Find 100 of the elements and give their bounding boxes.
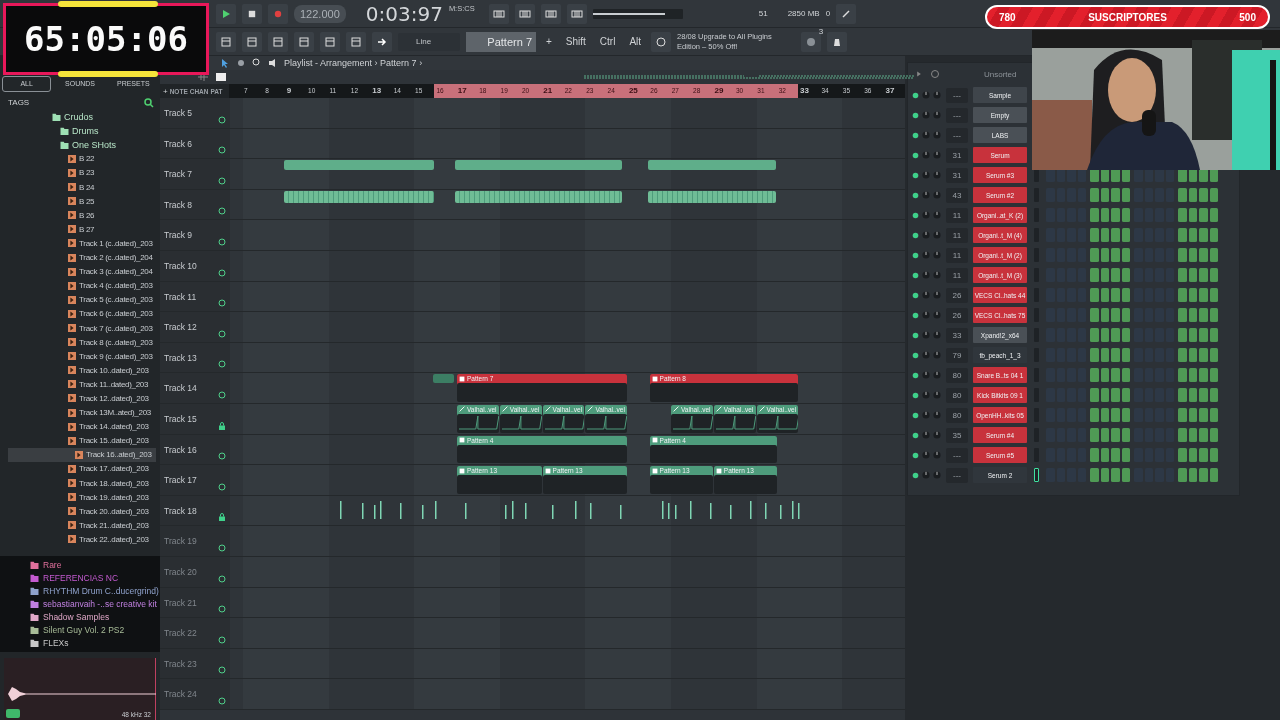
file-item[interactable]: Track 15..dated)_203 <box>68 433 156 448</box>
file-item[interactable]: Track 16..ated)_203 <box>8 447 156 462</box>
toolbar-button[interactable] <box>268 31 288 52</box>
file-item[interactable]: B 25 <box>68 194 156 209</box>
step-button[interactable] <box>1188 248 1197 262</box>
track-header[interactable]: Track 10 <box>160 250 230 282</box>
step-button[interactable] <box>1209 308 1218 322</box>
step-button[interactable] <box>1100 448 1109 462</box>
mixer-track-number[interactable]: 11 <box>946 207 968 223</box>
folder-item[interactable]: One SHots <box>60 137 156 152</box>
track-toggle-icon[interactable] <box>218 360 226 369</box>
track-toggle-icon[interactable] <box>218 543 226 552</box>
add-track-button[interactable]: + <box>163 86 168 96</box>
folder-item[interactable]: Rare <box>30 558 160 572</box>
file-item[interactable]: Track 6 (c..dated)_203 <box>68 306 156 321</box>
metronome-button[interactable] <box>827 31 848 52</box>
step-button[interactable] <box>1121 248 1130 262</box>
step-button[interactable] <box>1188 368 1197 382</box>
mixer-track-number[interactable]: 80 <box>946 367 968 383</box>
pattern-select[interactable]: Pattern 7 <box>466 31 536 52</box>
step-button[interactable] <box>1121 388 1130 402</box>
mixer-track-number[interactable]: 11 <box>946 267 968 283</box>
track-header[interactable]: Track 6 <box>160 128 230 160</box>
mixer-track-number[interactable]: 43 <box>946 187 968 203</box>
track-header[interactable]: Track 11 <box>160 281 230 313</box>
folder-item[interactable]: Crudos <box>52 109 156 124</box>
track-header[interactable]: Track 20 <box>160 556 230 588</box>
record-button[interactable] <box>268 3 288 24</box>
step-button[interactable] <box>1188 268 1197 282</box>
toolbar-button[interactable] <box>540 3 561 24</box>
mixer-track-number[interactable]: 33 <box>946 327 968 343</box>
step-button[interactable] <box>1188 408 1197 422</box>
file-item[interactable]: B 24 <box>68 180 156 195</box>
plugin-button[interactable] <box>836 3 857 24</box>
step-button[interactable] <box>1121 188 1130 202</box>
file-item[interactable]: B 23 <box>68 165 156 180</box>
step-button[interactable] <box>1209 248 1218 262</box>
step-button[interactable] <box>1121 428 1130 442</box>
step-button[interactable] <box>1121 308 1130 322</box>
step-button[interactable] <box>1121 328 1130 342</box>
track-header[interactable]: Track 21 <box>160 587 230 619</box>
pattern-clip[interactable] <box>283 160 434 171</box>
step-button[interactable] <box>1209 448 1218 462</box>
step-button[interactable] <box>1121 348 1130 362</box>
file-item[interactable]: B 22 <box>68 151 156 166</box>
track-toggle-icon[interactable] <box>218 666 226 675</box>
track-header[interactable]: Track 13 <box>160 342 230 374</box>
step-button[interactable] <box>1209 268 1218 282</box>
pattern-clip[interactable] <box>455 190 622 203</box>
step-button[interactable] <box>1100 468 1109 482</box>
step-button[interactable] <box>1100 208 1109 222</box>
mixer-track-number[interactable]: --- <box>946 447 968 463</box>
mixer-track-number[interactable]: --- <box>946 107 968 123</box>
file-item[interactable]: Track 3 (c..dated)_204 <box>68 264 156 279</box>
step-button[interactable] <box>1188 388 1197 402</box>
channel-group-label[interactable]: Unsorted <box>984 69 1017 79</box>
step-button[interactable] <box>1209 328 1218 342</box>
mixer-track-number[interactable]: --- <box>946 467 968 483</box>
step-button[interactable] <box>1100 228 1109 242</box>
track-header[interactable]: Track 7 <box>160 159 230 190</box>
step-button[interactable] <box>1188 448 1197 462</box>
track-toggle-icon[interactable] <box>218 115 226 124</box>
file-item[interactable]: Track 21..dated)_203 <box>68 518 156 533</box>
track-toggle-icon[interactable] <box>218 696 226 705</box>
mixer-track-number[interactable]: 31 <box>946 147 968 163</box>
track-header[interactable]: Track 17 <box>160 465 230 496</box>
file-item[interactable]: Track 7 (c..dated)_203 <box>68 320 156 336</box>
toolbar-button[interactable] <box>242 31 262 52</box>
pattern-clip[interactable] <box>455 160 622 171</box>
folder-item[interactable]: sebastianvaih -..se creative kit <box>30 597 160 611</box>
file-item[interactable]: Track 17..dated)_203 <box>68 461 156 476</box>
folder-item[interactable]: REFERENCIAS NC <box>30 571 160 585</box>
step-button[interactable] <box>1209 348 1218 362</box>
pattern-clip[interactable] <box>432 374 454 384</box>
track-header[interactable]: Track 19 <box>160 526 230 557</box>
step-button[interactable] <box>1209 188 1218 202</box>
folder-item[interactable]: RHYTHM Drum C..ducergrind) <box>30 584 160 598</box>
file-item[interactable]: Track 22..dated)_203 <box>68 532 156 547</box>
mixer-track-number[interactable]: 26 <box>946 307 968 323</box>
file-item[interactable]: Track 19..dated)_203 <box>68 490 156 505</box>
mixer-track-number[interactable]: 11 <box>946 247 968 263</box>
step-button[interactable] <box>1209 408 1218 422</box>
file-item[interactable]: Track 11..dated)_203 <box>68 377 156 392</box>
step-button[interactable] <box>1121 368 1130 382</box>
step-button[interactable] <box>1209 288 1218 302</box>
master-volume-slider[interactable] <box>592 8 683 19</box>
step-button[interactable] <box>1100 408 1109 422</box>
online-button[interactable]: 3 <box>801 31 822 52</box>
file-item[interactable]: B 26 <box>68 208 156 223</box>
step-button[interactable] <box>1209 368 1218 382</box>
mixer-track-number[interactable]: 26 <box>946 287 968 303</box>
track-toggle-icon[interactable] <box>218 574 226 583</box>
snap-select[interactable]: Line <box>398 32 460 51</box>
track-header[interactable]: Track 16 <box>160 434 230 466</box>
step-button[interactable] <box>1121 268 1130 282</box>
file-item[interactable]: Track 10..dated)_203 <box>68 363 156 378</box>
mixer-track-number[interactable]: 80 <box>946 407 968 423</box>
step-button[interactable] <box>1100 368 1109 382</box>
track-header[interactable]: Track 14 <box>160 373 230 404</box>
file-item[interactable]: Track 4 (c..dated)_203 <box>68 278 156 293</box>
